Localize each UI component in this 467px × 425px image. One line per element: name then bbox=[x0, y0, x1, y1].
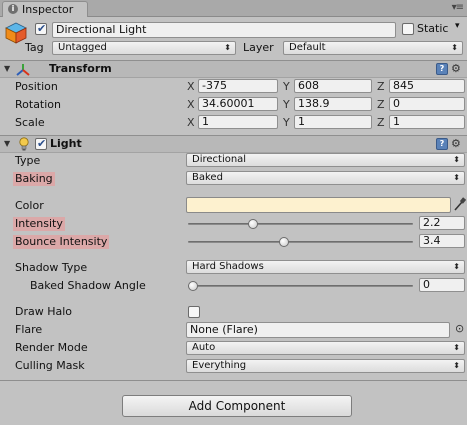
culling-mask-label: Culling Mask bbox=[15, 359, 85, 372]
scale-label: Scale bbox=[15, 116, 45, 129]
position-y-field[interactable]: 608 bbox=[294, 79, 372, 93]
static-label: Static bbox=[417, 22, 449, 35]
dropdown-arrows-icon: ⬍ bbox=[453, 173, 460, 182]
scale-z-field[interactable]: 1 bbox=[389, 115, 465, 129]
baked-shadow-angle-field[interactable]: 0 bbox=[419, 278, 465, 292]
slider-thumb[interactable] bbox=[188, 281, 198, 291]
rotation-x-axis: X bbox=[187, 98, 195, 111]
draw-halo-label: Draw Halo bbox=[15, 305, 73, 318]
culling-mask-dropdown[interactable]: Everything ⬍ bbox=[186, 359, 465, 373]
flare-label: Flare bbox=[15, 323, 43, 336]
intensity-label: Intensity bbox=[13, 217, 65, 231]
scale-z-axis: Z bbox=[377, 116, 385, 129]
rotation-z-field[interactable]: 0 bbox=[389, 97, 465, 111]
light-title: Light bbox=[50, 137, 82, 150]
position-label: Position bbox=[15, 80, 58, 93]
bounce-intensity-field[interactable]: 3.4 bbox=[419, 234, 465, 248]
layer-label: Layer bbox=[243, 41, 274, 54]
active-checkbox[interactable] bbox=[35, 22, 47, 35]
light-bulb-icon bbox=[19, 137, 29, 151]
gear-icon[interactable]: ⚙ bbox=[451, 137, 461, 150]
tab-menu-icon[interactable]: ▾≡ bbox=[452, 2, 464, 13]
transform-title: Transform bbox=[49, 62, 112, 75]
tag-label: Tag bbox=[25, 41, 44, 54]
scale-x-axis: X bbox=[187, 116, 195, 129]
slider-track bbox=[188, 223, 413, 225]
shadow-type-dropdown-value: Hard Shadows bbox=[192, 261, 264, 272]
rotation-y-field[interactable]: 138.9 bbox=[294, 97, 372, 111]
type-dropdown-value: Directional bbox=[192, 154, 247, 165]
dropdown-arrows-icon: ⬍ bbox=[453, 155, 460, 164]
intensity-field[interactable]: 2.2 bbox=[419, 216, 465, 230]
info-icon: i bbox=[8, 4, 18, 14]
transform-header[interactable]: ▼ Transform ? ⚙ bbox=[0, 60, 467, 78]
dropdown-arrows-icon: ⬍ bbox=[453, 262, 460, 271]
dropdown-arrows-icon: ⬍ bbox=[451, 43, 458, 52]
foldout-arrow-icon[interactable]: ▼ bbox=[4, 64, 10, 73]
light-header[interactable]: ▼ Light ? ⚙ bbox=[0, 135, 467, 153]
inspector-tab-bar: i Inspector ▾≡ bbox=[0, 0, 467, 17]
position-z-axis: Z bbox=[377, 80, 385, 93]
tab-inspector[interactable]: i Inspector bbox=[2, 1, 88, 17]
bounce-intensity-slider[interactable] bbox=[188, 236, 413, 250]
type-dropdown[interactable]: Directional ⬍ bbox=[186, 153, 465, 167]
divider bbox=[0, 380, 467, 381]
tag-dropdown-value: Untagged bbox=[58, 42, 107, 53]
scale-y-axis: Y bbox=[283, 116, 290, 129]
position-z-field[interactable]: 845 bbox=[389, 79, 465, 93]
position-x-field[interactable]: -375 bbox=[198, 79, 278, 93]
slider-thumb[interactable] bbox=[248, 219, 258, 229]
position-y-axis: Y bbox=[283, 80, 290, 93]
slider-track bbox=[188, 285, 413, 287]
gameobject-cube-icon bbox=[5, 22, 27, 44]
slider-track bbox=[188, 241, 413, 243]
rotation-x-field[interactable]: 34.60001 bbox=[198, 97, 278, 111]
draw-halo-checkbox[interactable] bbox=[188, 306, 200, 318]
shadow-type-label: Shadow Type bbox=[15, 261, 88, 274]
flare-object-field[interactable]: None (Flare) bbox=[186, 322, 450, 338]
eyedropper-icon[interactable] bbox=[453, 197, 466, 212]
transform-axes-icon bbox=[16, 64, 30, 76]
bounce-intensity-label: Bounce Intensity bbox=[13, 235, 110, 249]
baking-label: Baking bbox=[13, 172, 55, 186]
scale-x-field[interactable]: 1 bbox=[198, 115, 278, 129]
help-book-icon[interactable]: ? bbox=[436, 63, 448, 75]
help-book-icon[interactable]: ? bbox=[436, 138, 448, 150]
rotation-label: Rotation bbox=[15, 98, 62, 111]
position-x-axis: X bbox=[187, 80, 195, 93]
dropdown-arrows-icon: ⬍ bbox=[453, 361, 460, 370]
color-label: Color bbox=[15, 199, 44, 212]
slider-thumb[interactable] bbox=[279, 237, 289, 247]
baking-dropdown-value: Baked bbox=[192, 172, 223, 183]
intensity-slider[interactable] bbox=[188, 218, 413, 232]
dropdown-arrows-icon: ⬍ bbox=[453, 343, 460, 352]
rotation-y-axis: Y bbox=[283, 98, 290, 111]
baking-dropdown[interactable]: Baked ⬍ bbox=[186, 171, 465, 185]
object-picker-icon[interactable]: ⊙ bbox=[455, 322, 464, 335]
rotation-z-axis: Z bbox=[377, 98, 385, 111]
static-checkbox[interactable] bbox=[402, 23, 414, 35]
foldout-arrow-icon[interactable]: ▼ bbox=[4, 139, 10, 148]
render-mode-dropdown-value: Auto bbox=[192, 342, 216, 353]
object-name-field[interactable]: Directional Light bbox=[52, 22, 396, 38]
culling-mask-dropdown-value: Everything bbox=[192, 360, 247, 371]
tag-dropdown[interactable]: Untagged ⬍ bbox=[52, 41, 236, 55]
tab-inspector-label: Inspector bbox=[22, 3, 74, 16]
type-label: Type bbox=[15, 154, 41, 167]
baked-shadow-angle-label: Baked Shadow Angle bbox=[30, 279, 146, 292]
add-component-button[interactable]: Add Component bbox=[122, 395, 352, 417]
layer-dropdown-value: Default bbox=[289, 42, 326, 53]
scale-y-field[interactable]: 1 bbox=[294, 115, 372, 129]
shadow-type-dropdown[interactable]: Hard Shadows ⬍ bbox=[186, 260, 465, 274]
static-dropdown-arrow-icon[interactable]: ▾ bbox=[455, 21, 460, 31]
baked-shadow-angle-slider[interactable] bbox=[188, 280, 413, 294]
dropdown-arrows-icon: ⬍ bbox=[224, 43, 231, 52]
render-mode-label: Render Mode bbox=[15, 341, 88, 354]
color-field[interactable] bbox=[186, 197, 451, 213]
layer-dropdown[interactable]: Default ⬍ bbox=[283, 41, 463, 55]
render-mode-dropdown[interactable]: Auto ⬍ bbox=[186, 341, 465, 355]
gear-icon[interactable]: ⚙ bbox=[451, 62, 461, 75]
light-enabled-checkbox[interactable] bbox=[35, 137, 47, 150]
